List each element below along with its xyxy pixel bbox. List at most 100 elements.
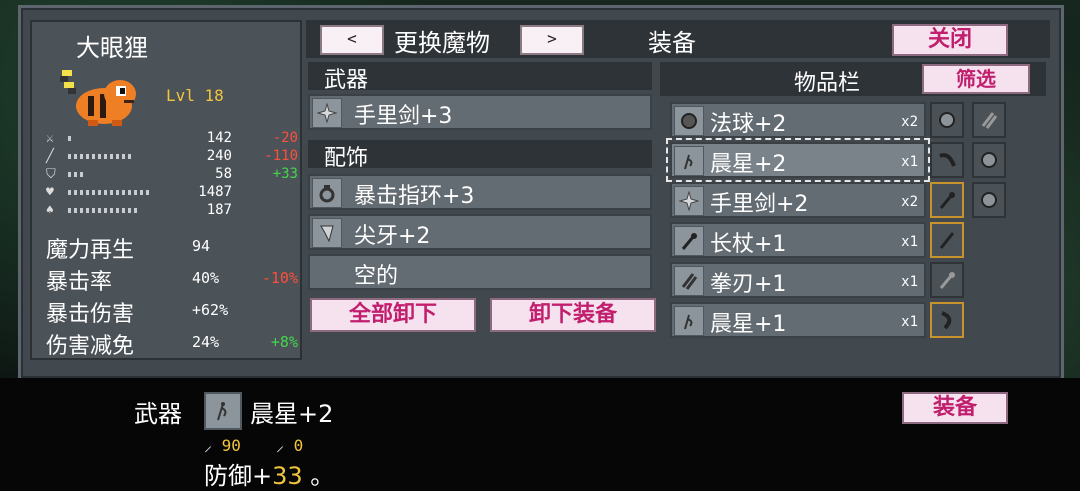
bonus-stat-value: 24% <box>192 333 220 351</box>
pet-sprite <box>60 70 136 126</box>
page-title: 装备 <box>648 29 696 57</box>
item-name: 晨星+2 <box>250 400 334 428</box>
inventory-item[interactable]: 法球+2 x2 <box>670 102 926 138</box>
bonus-stat-label: 暴击伤害 <box>46 302 135 327</box>
dagger-icon[interactable] <box>930 222 964 258</box>
equip-button[interactable]: 装备 <box>902 392 1008 424</box>
bonus-stat-label: 暴击率 <box>46 270 113 295</box>
inventory-item[interactable]: 晨星+2 x1 <box>666 138 930 182</box>
accessory-slot-3[interactable]: 空的 <box>308 254 652 290</box>
filter-button[interactable]: 筛选 <box>922 64 1030 94</box>
accessory-3-name: 空的 <box>354 264 399 289</box>
stat-delta: +33 <box>272 166 298 182</box>
shield-icon: ⛉ <box>46 167 56 182</box>
claw-icon[interactable] <box>972 102 1006 138</box>
stat-delta: -110 <box>264 148 298 164</box>
bonus-stat-delta: +8% <box>270 333 298 351</box>
accessory-2-name: 尖牙+2 <box>354 224 431 249</box>
unequip-button[interactable]: 卸下装备 <box>490 298 656 332</box>
inventory-item[interactable]: 长杖+1 x1 <box>670 222 926 258</box>
stat-row: ╱ 240 -110 <box>46 148 298 166</box>
stat-bar <box>68 172 86 177</box>
accessory-header: 配饰 <box>308 140 652 171</box>
staff-icon[interactable] <box>930 182 964 218</box>
change-monster-label: 更换魔物 <box>394 29 490 57</box>
bonus-stat-value: +62% <box>192 301 229 319</box>
ring-icon <box>312 178 342 208</box>
staff-icon: ⸝ <box>276 436 285 455</box>
shuriken-icon <box>674 186 704 216</box>
stat-bar <box>68 154 131 159</box>
inventory-item-name: 手里剑+2 <box>710 192 809 217</box>
stat-row: ⛉ 58 +33 <box>46 166 298 184</box>
bonus-stat-row: 魔力再生 94 <box>46 232 298 263</box>
bonus-stat-label: 魔力再生 <box>46 238 135 263</box>
inventory-item-qty: x1 <box>901 154 918 170</box>
orb-icon[interactable] <box>972 142 1006 178</box>
weapon-header: 武器 <box>308 62 652 93</box>
header-bar: < 更换魔物 > 装备 关闭 <box>306 20 1050 58</box>
fang-icon[interactable] <box>930 302 964 338</box>
weapon-slot[interactable]: 手里剑+3 <box>308 94 652 130</box>
stat-row: ♠ 187 <box>46 202 290 220</box>
fang-icon <box>312 218 342 248</box>
stat-delta: -20 <box>272 130 298 146</box>
stat-row: ⚔ 142 -20 <box>46 130 298 148</box>
orb-icon[interactable] <box>972 182 1006 218</box>
morningstar-icon <box>204 392 242 430</box>
inventory-item[interactable]: 手里剑+2 x2 <box>670 182 926 218</box>
inventory-item-qty: x2 <box>901 114 918 130</box>
sword-icon: ⚔ <box>46 131 54 146</box>
pet-level: Lvl 18 <box>166 86 224 105</box>
inventory-item-name: 长杖+1 <box>710 232 787 257</box>
stat-bar <box>68 208 140 213</box>
inventory-item-qty: x1 <box>901 314 918 330</box>
staff-icon: ╱ <box>46 149 54 164</box>
inventory-item-qty: x1 <box>901 234 918 250</box>
staff-icon <box>674 226 704 256</box>
inventory-title: 物品栏 <box>794 71 861 96</box>
potion-icon: ♠ <box>46 203 54 218</box>
heart-icon: ♥ <box>46 185 54 200</box>
stat-value: 187 <box>206 202 232 218</box>
stat-value: 142 <box>206 130 232 146</box>
inventory-item-name: 晨星+1 <box>710 312 787 337</box>
pet-name: 大眼狸 <box>76 34 148 62</box>
stat-bar <box>68 136 73 141</box>
staff-icon[interactable] <box>930 262 964 298</box>
stat-value: 58 <box>215 166 232 182</box>
inventory-item-name: 拳刃+1 <box>710 272 787 297</box>
unequip-all-button[interactable]: 全部卸下 <box>310 298 476 332</box>
bonus-stat-value: 40% <box>192 269 220 287</box>
orb-icon[interactable] <box>930 102 964 138</box>
accessory-slot-2[interactable]: 尖牙+2 <box>308 214 652 250</box>
accessory-slot-1[interactable]: 暴击指环+3 <box>308 174 652 210</box>
bonus-stat-row: 伤害减免 24% +8% <box>46 328 298 359</box>
item-description-panel: 武器 晨星+2 ⸝ 90 ⸝ 0 防御+33 。 装备 <box>0 378 1080 491</box>
accessory-1-name: 暴击指环+3 <box>354 184 475 209</box>
stat-value: 240 <box>206 148 232 164</box>
stat-value: 1487 <box>198 184 232 200</box>
item-effect: 防御+33 。 <box>204 462 335 490</box>
bonus-stat-delta: -10% <box>261 269 298 287</box>
inventory-header: 物品栏 筛选 <box>660 62 1046 96</box>
inventory-item[interactable]: 晨星+1 x1 <box>670 302 926 338</box>
fang-icon[interactable] <box>930 142 964 178</box>
magic-stat: ⸝ 0 <box>276 436 304 455</box>
inventory-item-qty: x1 <box>901 274 918 290</box>
inventory-item-qty: x2 <box>901 194 918 210</box>
stat-bar <box>68 190 149 195</box>
stat-row: ♥ 1487 <box>46 184 290 202</box>
weapon-name: 手里剑+3 <box>354 104 453 129</box>
inventory-item-name: 法球+2 <box>710 112 787 137</box>
bonus-stat-row: 暴击率 40% -10% <box>46 264 298 295</box>
inventory-item[interactable]: 拳刃+1 x1 <box>670 262 926 298</box>
bonus-stat-value: 94 <box>192 237 211 255</box>
close-button[interactable]: 关闭 <box>892 24 1008 56</box>
shuriken-icon <box>312 98 342 128</box>
prev-monster-button[interactable]: < <box>320 25 384 55</box>
next-monster-button[interactable]: > <box>520 25 584 55</box>
claw-icon <box>674 266 704 296</box>
sword-icon: ⸝ <box>204 436 213 455</box>
bonus-stat-row: 暴击伤害 +62% <box>46 296 298 327</box>
